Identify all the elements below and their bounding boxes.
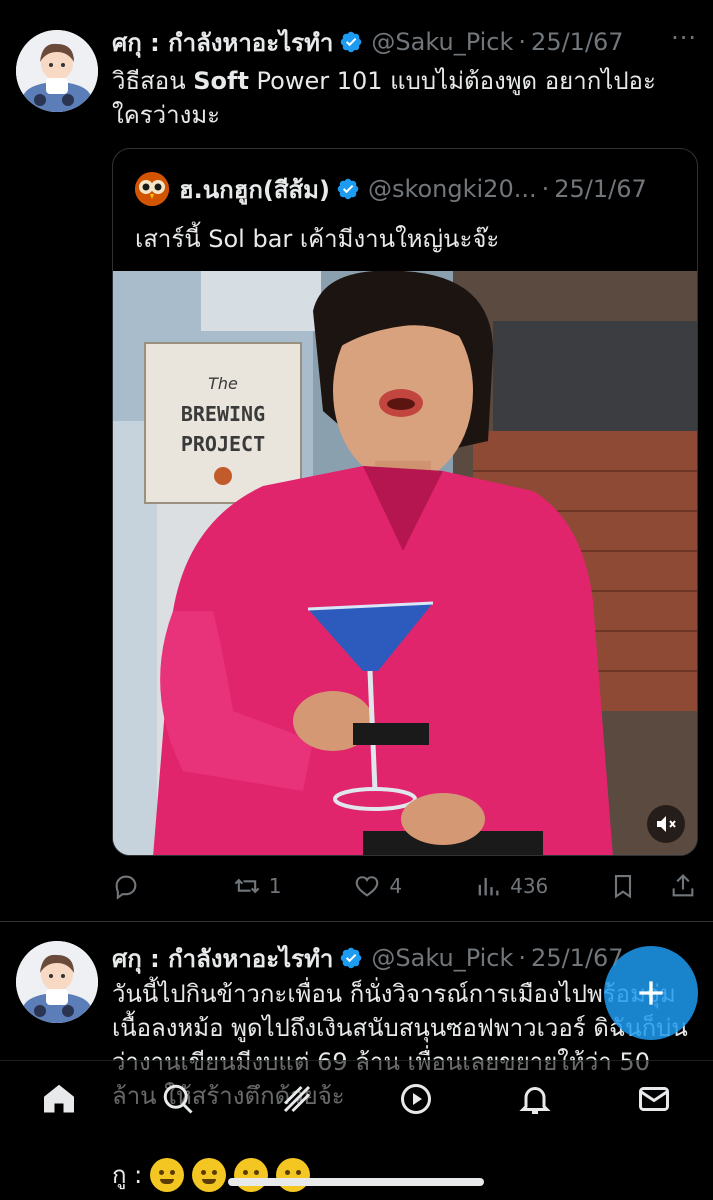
messages-icon <box>638 1086 669 1111</box>
like-count: 4 <box>389 874 403 898</box>
quote-header: ฮ.นกฮูก(สีส้ม) @skongki20... · 25/1/67 <box>135 171 677 207</box>
retweet-button[interactable]: 1 <box>233 872 293 900</box>
author-avatar[interactable] <box>16 30 98 112</box>
author-name[interactable]: ศกุ : กำลังหาอะไรทำ <box>112 23 333 62</box>
tweet-text-bold: Soft <box>193 67 249 95</box>
retweet-icon <box>234 878 260 894</box>
tab-spaces[interactable] <box>398 1081 434 1121</box>
sign-text-line: PROJECT <box>181 432 265 456</box>
tweet-date[interactable]: 25/1/67 <box>531 28 624 56</box>
like-icon <box>356 876 379 897</box>
views-icon <box>478 877 499 896</box>
emoji-icon <box>276 1157 311 1192</box>
emoji-icon <box>192 1157 227 1192</box>
tab-messages[interactable] <box>636 1081 672 1121</box>
views-button[interactable]: 436 <box>474 872 548 900</box>
quote-text: เสาร์นี้ Sol bar เค้ามีงานใหญ่นะจ๊ะ <box>135 225 500 253</box>
search-icon <box>163 1084 193 1114</box>
tab-communities[interactable] <box>279 1081 315 1121</box>
author-handle[interactable]: @Saku_Pick <box>371 28 513 56</box>
tweet-text: วิธีสอน Soft Power 101 แบบไม่ต้องพูด อยา… <box>112 64 693 132</box>
separator: · <box>541 175 550 203</box>
more-icon[interactable]: ··· <box>671 24 697 52</box>
tweet-header: ศกุ : กำลังหาอะไรทำ @Saku_Pick · 25/1/67… <box>112 24 697 60</box>
bookmark-icon[interactable] <box>609 872 637 900</box>
bookmark-share-group <box>609 872 697 900</box>
emoji-icon <box>150 1157 185 1192</box>
tweet-date[interactable]: 25/1/67 <box>531 944 624 972</box>
video-frame: The BREWING PROJECT <box>113 270 697 855</box>
quote-author-handle[interactable]: @skongki20... <box>368 175 537 203</box>
tweet[interactable]: ศกุ : กำลังหาอะไรทำ @Saku_Pick · 25/1/67… <box>0 0 713 922</box>
verified-badge-icon <box>339 30 363 54</box>
tweet-actions: 1 4 436 <box>112 866 697 906</box>
notifications-icon <box>519 1086 551 1114</box>
compose-button[interactable] <box>604 946 698 1040</box>
retweet-count: 1 <box>268 874 282 898</box>
like-button[interactable]: 4 <box>353 872 413 900</box>
communities-icon <box>284 1085 311 1112</box>
emoji-icon <box>234 1157 269 1192</box>
share-icon[interactable] <box>669 872 697 900</box>
tweet-text-last-line: กู : <box>112 1155 311 1194</box>
video-player[interactable]: The BREWING PROJECT <box>113 270 697 855</box>
quote-tweet[interactable]: ฮ.นกฮูก(สีส้ม) @skongki20... · 25/1/67 เ… <box>112 148 698 856</box>
spaces-icon <box>400 1083 431 1114</box>
author-handle[interactable]: @Saku_Pick <box>371 944 513 972</box>
quote-author-name[interactable]: ฮ.นกฮูก(สีส้ม) <box>179 170 330 209</box>
author-name[interactable]: ศกุ : กำลังหาอะไรทำ <box>112 939 333 978</box>
last-line-label: กู : <box>112 1161 143 1189</box>
verified-badge-icon <box>339 946 363 970</box>
home-indicator <box>228 1178 484 1186</box>
reply-button[interactable] <box>112 872 172 900</box>
tab-notifications[interactable] <box>517 1081 553 1121</box>
tweet-text-part: วิธีสอน <box>112 67 194 95</box>
home-icon <box>44 1084 75 1112</box>
reply-icon <box>115 875 137 900</box>
quote-date[interactable]: 25/1/67 <box>554 175 647 203</box>
author-avatar[interactable] <box>16 941 98 1023</box>
compose-icon <box>639 981 663 1005</box>
tab-search[interactable] <box>160 1081 196 1121</box>
verified-badge-icon <box>336 177 360 201</box>
tab-home[interactable] <box>41 1081 77 1121</box>
separator: · <box>518 944 527 972</box>
separator: · <box>518 28 527 56</box>
quote-avatar[interactable] <box>135 172 169 206</box>
bottom-tab-bar <box>0 1060 713 1140</box>
sign-text-line: The <box>208 374 238 393</box>
sign-text-line: BREWING <box>181 402 265 426</box>
mute-icon[interactable] <box>647 805 685 843</box>
views-count: 436 <box>510 874 549 898</box>
